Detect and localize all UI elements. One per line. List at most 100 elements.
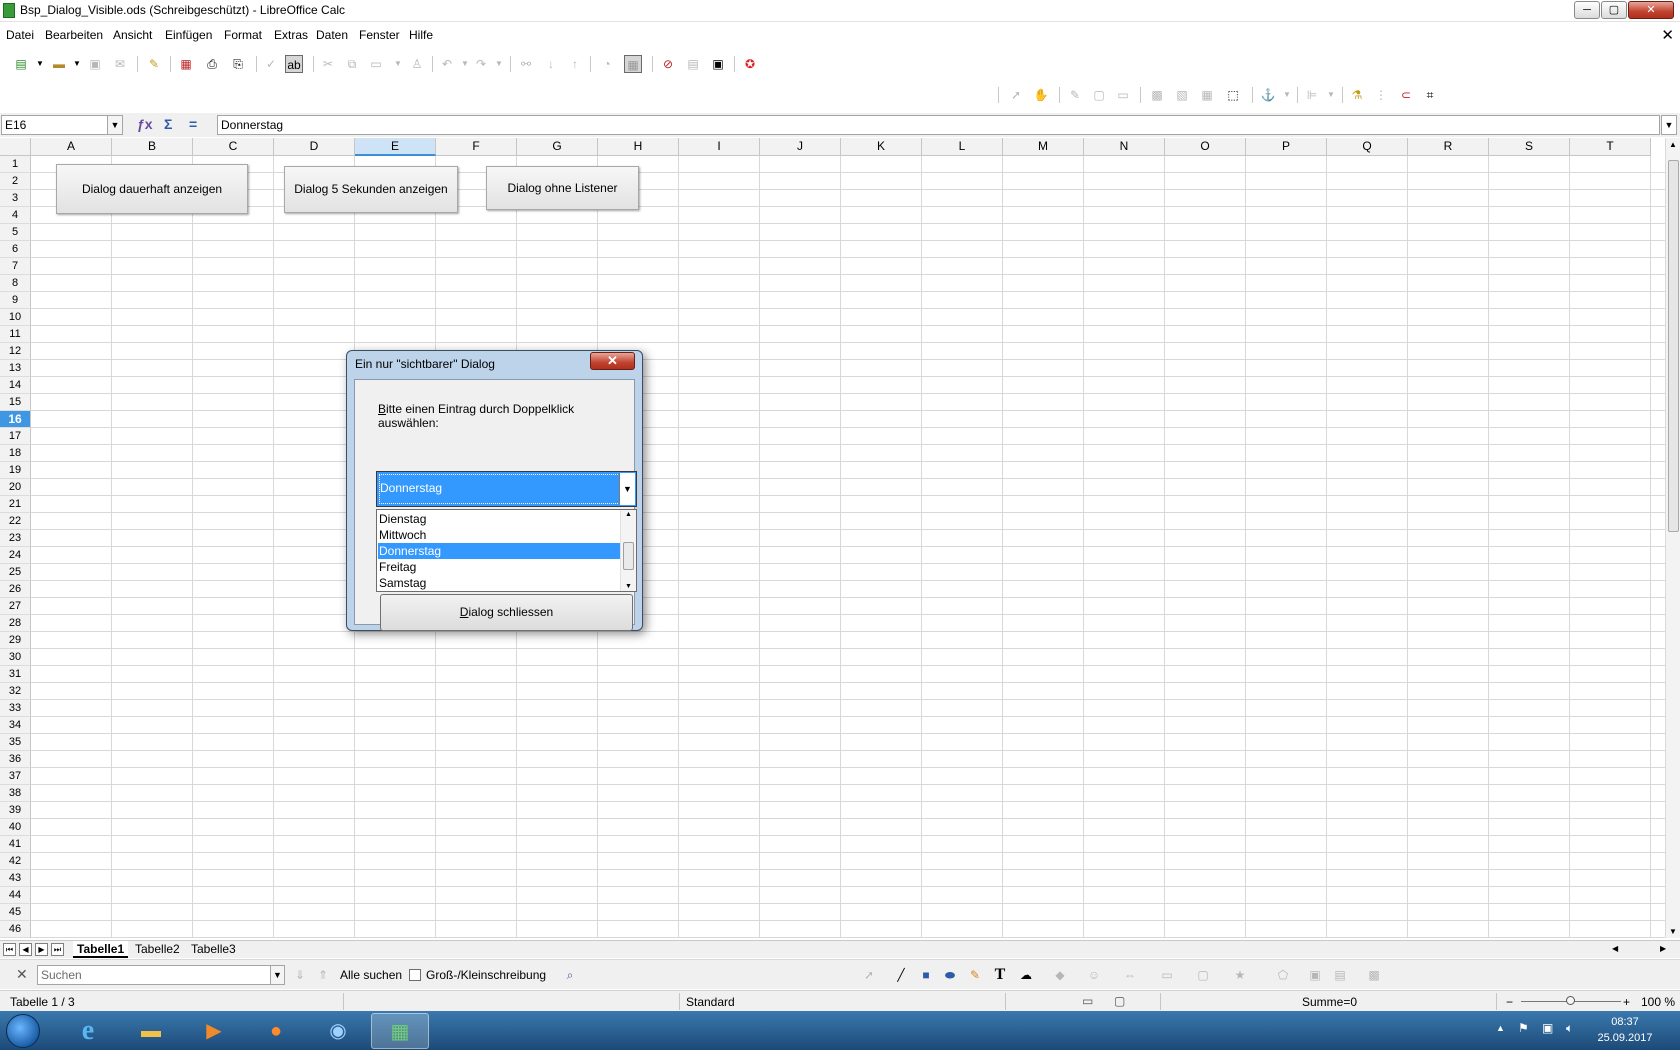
open-folder-icon[interactable]: ▬ bbox=[50, 55, 68, 73]
row-header[interactable]: 5 bbox=[0, 224, 31, 241]
listbox-scrollbar[interactable]: ▲ ▼ bbox=[620, 510, 636, 591]
show-dialog-permanent-button[interactable]: Dialog dauerhaft anzeigen bbox=[56, 164, 248, 214]
column-header[interactable]: A bbox=[31, 138, 112, 156]
row-header[interactable]: 9 bbox=[0, 292, 31, 309]
row-header[interactable]: 43 bbox=[0, 870, 31, 887]
row-header[interactable]: 32 bbox=[0, 683, 31, 700]
menu-einfuegen[interactable]: Einfügen bbox=[165, 28, 212, 42]
row-header[interactable]: 39 bbox=[0, 802, 31, 819]
explorer-folder-icon[interactable]: ▬ bbox=[122, 1013, 180, 1049]
dialog-no-listener-button[interactable]: Dialog ohne Listener bbox=[486, 166, 639, 210]
callouts-icon[interactable]: ▢ bbox=[1194, 966, 1212, 984]
volume-icon[interactable]: 🔈︎ bbox=[1566, 1021, 1573, 1036]
row-header[interactable]: 28 bbox=[0, 615, 31, 632]
scroll-up-icon[interactable]: ▲ bbox=[1669, 140, 1677, 149]
combobox-dropdown-icon[interactable]: ▼ bbox=[619, 473, 635, 505]
align-icon[interactable]: ⊫ bbox=[1303, 86, 1321, 104]
print-preview-icon[interactable]: ⎘ bbox=[229, 55, 247, 73]
row-header[interactable]: 4 bbox=[0, 207, 31, 224]
table-icon[interactable]: ▦ bbox=[1198, 86, 1216, 104]
column-header[interactable]: F bbox=[436, 138, 517, 156]
find-previous-icon[interactable]: ⇓ bbox=[291, 966, 309, 984]
sort-descending-icon[interactable]: ↑ bbox=[566, 55, 584, 73]
block-arrows-icon[interactable]: ⇔ bbox=[1121, 966, 1139, 984]
sheet-tab-tabelle2[interactable]: Tabelle2 bbox=[131, 941, 184, 958]
window-close-button[interactable]: ✕ bbox=[1628, 1, 1674, 19]
paste-dropdown-icon[interactable]: ▼ bbox=[389, 55, 407, 73]
new-dropdown-icon[interactable]: ▼ bbox=[31, 55, 49, 73]
basic-shapes-icon[interactable]: ◆ bbox=[1051, 966, 1069, 984]
row-header[interactable]: 46 bbox=[0, 921, 31, 938]
row-header[interactable]: 3 bbox=[0, 190, 31, 207]
redo-icon[interactable]: ↷ bbox=[472, 55, 490, 73]
anchor-dropdown-icon[interactable]: ▼ bbox=[1278, 86, 1296, 104]
vertical-scroll-thumb[interactable] bbox=[1668, 160, 1679, 532]
column-header[interactable]: M bbox=[1003, 138, 1084, 156]
menu-ansicht[interactable]: Ansicht bbox=[113, 28, 152, 42]
freeform-icon[interactable]: ✎ bbox=[966, 966, 984, 984]
select-all-corner[interactable] bbox=[0, 138, 31, 156]
column-header[interactable]: R bbox=[1408, 138, 1489, 156]
row-header[interactable]: 29 bbox=[0, 632, 31, 649]
list-item-selected[interactable]: Donnerstag bbox=[378, 543, 621, 559]
column-header[interactable]: J bbox=[760, 138, 841, 156]
network-tray-icon[interactable]: ▣ bbox=[1542, 1021, 1553, 1035]
row-header[interactable]: 7 bbox=[0, 258, 31, 275]
row-header[interactable]: 19 bbox=[0, 462, 31, 479]
fontwork-icon[interactable]: ▣ bbox=[1306, 966, 1324, 984]
last-sheet-icon[interactable]: ⏭ bbox=[51, 943, 64, 956]
zoom-out-icon[interactable]: − bbox=[1506, 995, 1513, 1009]
line-icon[interactable]: ╱ bbox=[892, 966, 910, 984]
name-box[interactable]: E16 ▼ bbox=[1, 115, 123, 135]
stars-icon[interactable]: ★ bbox=[1231, 966, 1249, 984]
row-header[interactable]: 11 bbox=[0, 326, 31, 343]
row-header[interactable]: 35 bbox=[0, 734, 31, 751]
row-header[interactable]: 17 bbox=[0, 428, 31, 445]
zoom-in-icon[interactable]: + bbox=[1623, 995, 1630, 1009]
row-header[interactable]: 21 bbox=[0, 496, 31, 513]
form-navigator-icon[interactable]: ▩ bbox=[1148, 86, 1166, 104]
navigator-icon[interactable]: ▤ bbox=[684, 55, 702, 73]
snap-icon[interactable]: ⊂ bbox=[1397, 86, 1415, 104]
symbol-shapes-icon[interactable]: ☺ bbox=[1085, 966, 1103, 984]
horizontal-scrollbar[interactable]: ◀ ▶ bbox=[1610, 944, 1678, 956]
select-draw-icon[interactable]: ➚ bbox=[860, 966, 878, 984]
select-icon[interactable]: ➚ bbox=[1007, 86, 1025, 104]
column-header[interactable]: T bbox=[1570, 138, 1651, 156]
row-header[interactable]: 1 bbox=[0, 156, 31, 173]
day-combobox[interactable]: Donnerstag ▼ bbox=[376, 471, 637, 507]
clone-format-icon[interactable]: ♙ bbox=[408, 55, 426, 73]
row-header[interactable]: 26 bbox=[0, 581, 31, 598]
callout-icon[interactable]: ☁ bbox=[1017, 966, 1035, 984]
media-player-icon[interactable]: ▶ bbox=[185, 1013, 243, 1049]
match-case-checkbox[interactable] bbox=[409, 969, 421, 981]
column-header[interactable]: G bbox=[517, 138, 598, 156]
page-style[interactable]: Standard bbox=[686, 995, 735, 1009]
open-dropdown-icon[interactable]: ▼ bbox=[68, 55, 86, 73]
toggle-design-icon[interactable]: ⬚ bbox=[1224, 86, 1242, 104]
ellipse-icon[interactable]: ⬬ bbox=[941, 966, 959, 984]
new-document-icon[interactable]: ▤ bbox=[12, 55, 30, 73]
prev-sheet-icon[interactable]: ◀ bbox=[19, 943, 32, 956]
minimize-button[interactable]: ─ bbox=[1574, 1, 1600, 19]
points-icon[interactable]: ⬠ bbox=[1274, 966, 1292, 984]
find-dropdown-icon[interactable]: ▼ bbox=[270, 966, 284, 984]
firefox-icon[interactable]: ● bbox=[247, 1013, 305, 1049]
column-header[interactable]: L bbox=[922, 138, 1003, 156]
menu-fenster[interactable]: Fenster bbox=[359, 28, 400, 42]
tab-order-icon[interactable]: ▭ bbox=[1114, 86, 1132, 104]
menu-extras[interactable]: Extras bbox=[274, 28, 308, 42]
scroll-left-icon[interactable]: ◀ bbox=[1612, 944, 1618, 953]
formula-icon[interactable]: = bbox=[189, 116, 197, 132]
row-header[interactable]: 18 bbox=[0, 445, 31, 462]
tray-expand-icon[interactable]: ▲ bbox=[1496, 1023, 1505, 1033]
save-icon[interactable]: ▣ bbox=[86, 55, 104, 73]
menu-datei[interactable]: Datei bbox=[6, 28, 34, 42]
list-item[interactable]: Dienstag bbox=[378, 511, 621, 527]
spellcheck-icon[interactable]: ✓ bbox=[262, 55, 280, 73]
redo-dropdown-icon[interactable]: ▼ bbox=[490, 55, 508, 73]
menu-bearbeiten[interactable]: Bearbeiten bbox=[45, 28, 103, 42]
row-header[interactable]: 15 bbox=[0, 394, 31, 411]
column-header[interactable]: S bbox=[1489, 138, 1570, 156]
paste-icon[interactable]: ▭ bbox=[367, 55, 385, 73]
